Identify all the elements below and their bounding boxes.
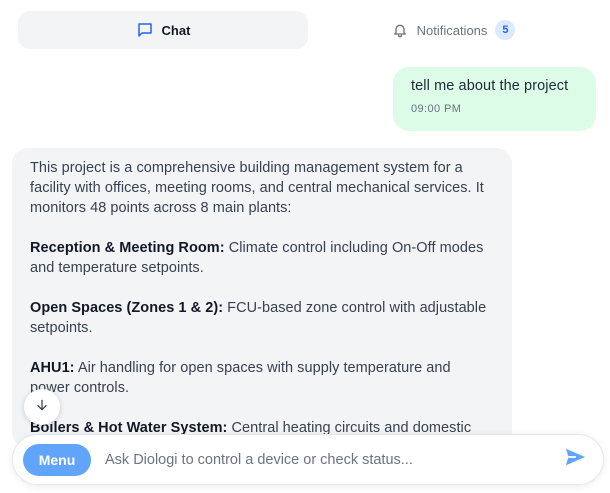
notification-count-badge: 5: [495, 20, 516, 40]
section-title: AHU1:: [30, 360, 75, 376]
assistant-section: AHU1: Air handling for open spaces with …: [30, 358, 494, 398]
assistant-intro: This project is a comprehensive building…: [30, 160, 484, 216]
scroll-to-bottom-button[interactable]: [24, 389, 60, 425]
tab-bar: Chat Notifications 5: [18, 11, 598, 49]
send-button[interactable]: [557, 442, 593, 478]
tab-chat-label: Chat: [161, 22, 191, 38]
user-message-text: tell me about the project: [411, 78, 569, 94]
assistant-message: This project is a comprehensive building…: [12, 148, 512, 448]
send-icon: [564, 446, 586, 473]
message-input[interactable]: [105, 443, 557, 476]
user-message-time: 09:00 PM: [411, 103, 462, 115]
tab-notifications[interactable]: Notifications 5: [308, 11, 598, 49]
bell-icon: [391, 21, 409, 39]
section-title: Open Spaces (Zones 1 & 2):: [30, 300, 224, 316]
message-composer: Menu: [12, 434, 604, 485]
tab-notifications-label: Notifications: [416, 22, 488, 38]
assistant-section: Reception & Meeting Room: Climate contro…: [30, 238, 494, 278]
tab-chat[interactable]: Chat: [18, 11, 308, 49]
section-text: Air handling for open spaces with supply…: [30, 360, 451, 396]
menu-button[interactable]: Menu: [23, 443, 91, 476]
assistant-section: Open Spaces (Zones 1 & 2): FCU-based zon…: [30, 298, 494, 338]
chat-bubble-icon: [136, 21, 154, 39]
user-message: tell me about the project 09:00 PM: [393, 67, 596, 131]
arrow-down-icon: [35, 398, 49, 417]
section-title: Reception & Meeting Room:: [30, 240, 225, 256]
